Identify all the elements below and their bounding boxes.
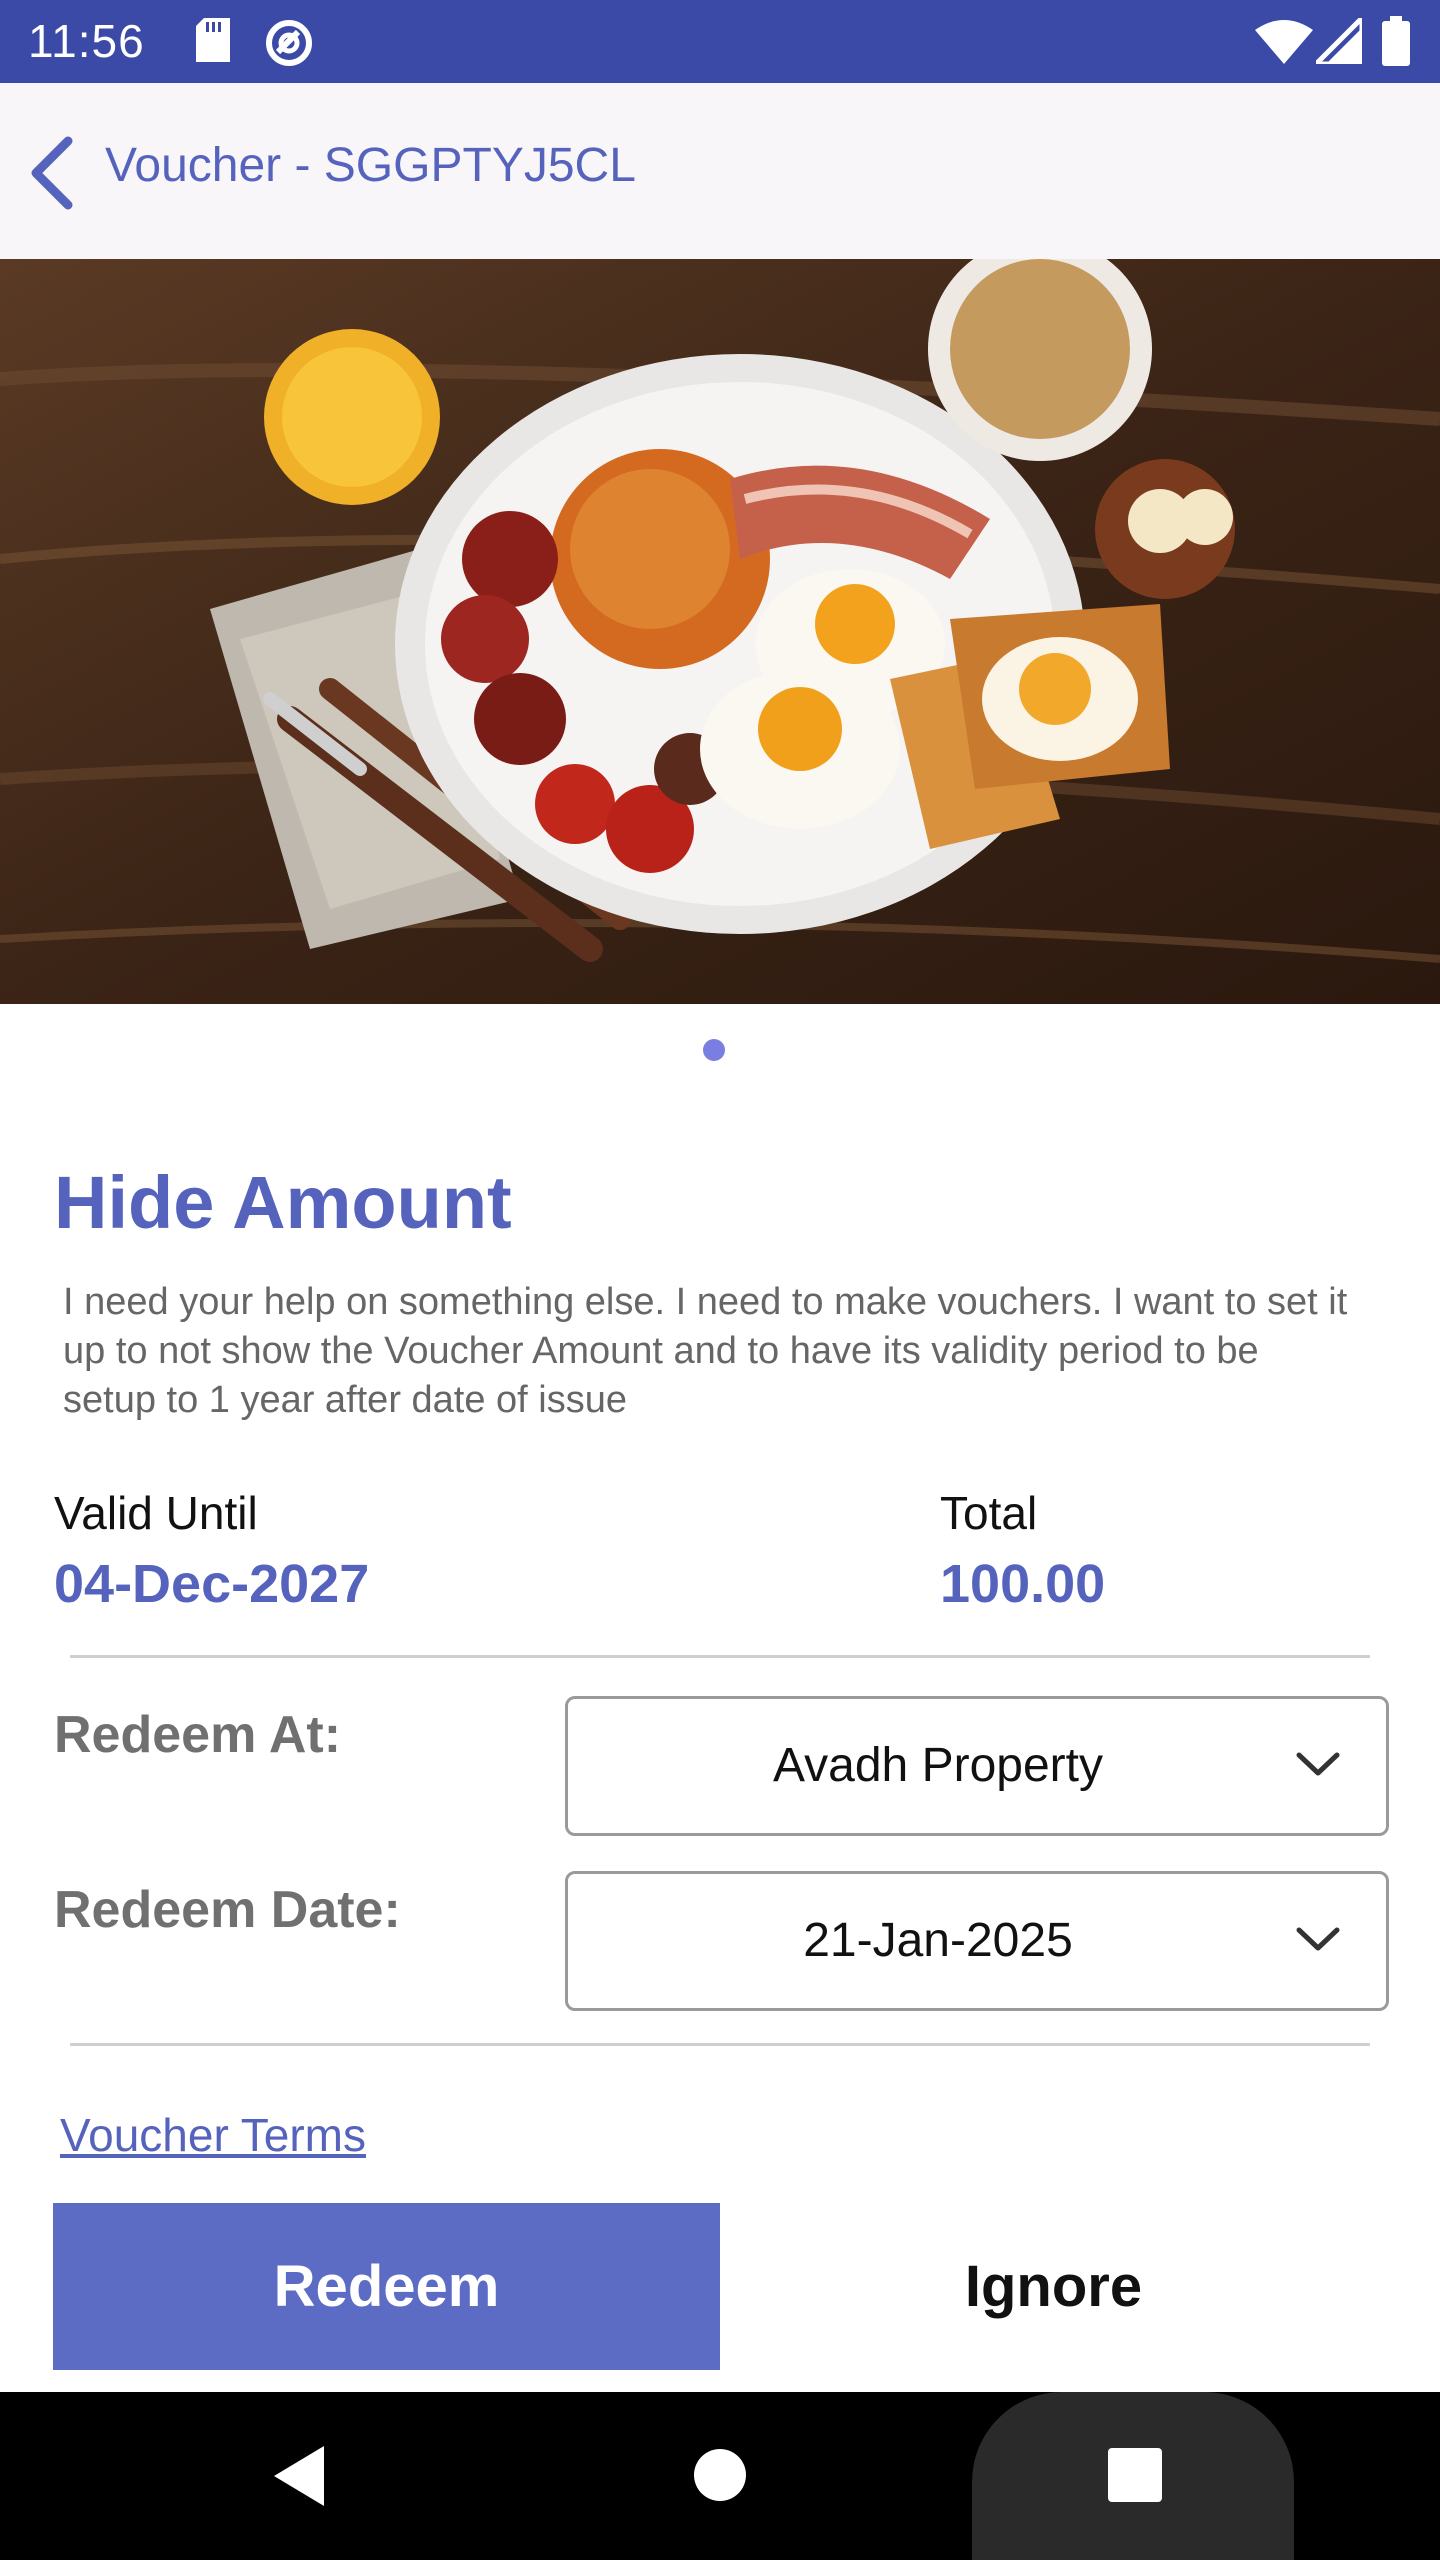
back-button[interactable] [18, 133, 88, 213]
voucher-image [0, 259, 1440, 1004]
voucher-title: Hide Amount [54, 1161, 512, 1244]
sync-icon [266, 20, 312, 66]
redeem-at-label: Redeem At: [54, 1706, 342, 1764]
total-value: 100.00 [940, 1554, 1106, 1614]
total-label: Total [940, 1487, 1038, 1539]
voucher-terms-link[interactable]: Voucher Terms [60, 2108, 366, 2162]
chevron-down-icon [1296, 1927, 1340, 1951]
status-time: 11:56 [28, 15, 145, 67]
app-bar: Voucher - SGGPTYJ5CL [0, 83, 1440, 259]
valid-until-label: Valid Until [54, 1487, 258, 1539]
redeem-at-value: Avadh Property [773, 1739, 1103, 1792]
signal-icon [1316, 18, 1362, 64]
divider [70, 1655, 1370, 1658]
ignore-button[interactable]: Ignore [720, 2203, 1387, 2370]
voucher-description: I need your help on something else. I ne… [63, 1281, 1348, 1421]
navigation-bar [0, 2392, 1440, 2560]
redeem-date-value: 21-Jan-2025 [803, 1914, 1073, 1967]
battery-icon [1382, 16, 1410, 66]
redeem-date-dropdown[interactable]: 21-Jan-2025 [565, 1871, 1389, 2011]
status-bar: 11:56 [0, 0, 1440, 83]
redeem-button[interactable]: Redeem [53, 2203, 720, 2370]
back-nav-icon[interactable] [270, 2444, 328, 2508]
wifi-icon [1255, 20, 1313, 64]
page-indicator-dot [703, 1039, 725, 1061]
redeem-date-label: Redeem Date: [54, 1881, 401, 1939]
home-nav-icon[interactable] [693, 2448, 747, 2502]
redeem-at-dropdown[interactable]: Avadh Property [565, 1696, 1389, 1836]
page-title: Voucher - SGGPTYJ5CL [105, 139, 636, 192]
divider [70, 2043, 1370, 2046]
recents-nav-icon[interactable] [1108, 2448, 1162, 2502]
sd-card-icon [196, 18, 230, 62]
valid-until-value: 04-Dec-2027 [54, 1554, 370, 1614]
chevron-down-icon [1296, 1752, 1340, 1776]
